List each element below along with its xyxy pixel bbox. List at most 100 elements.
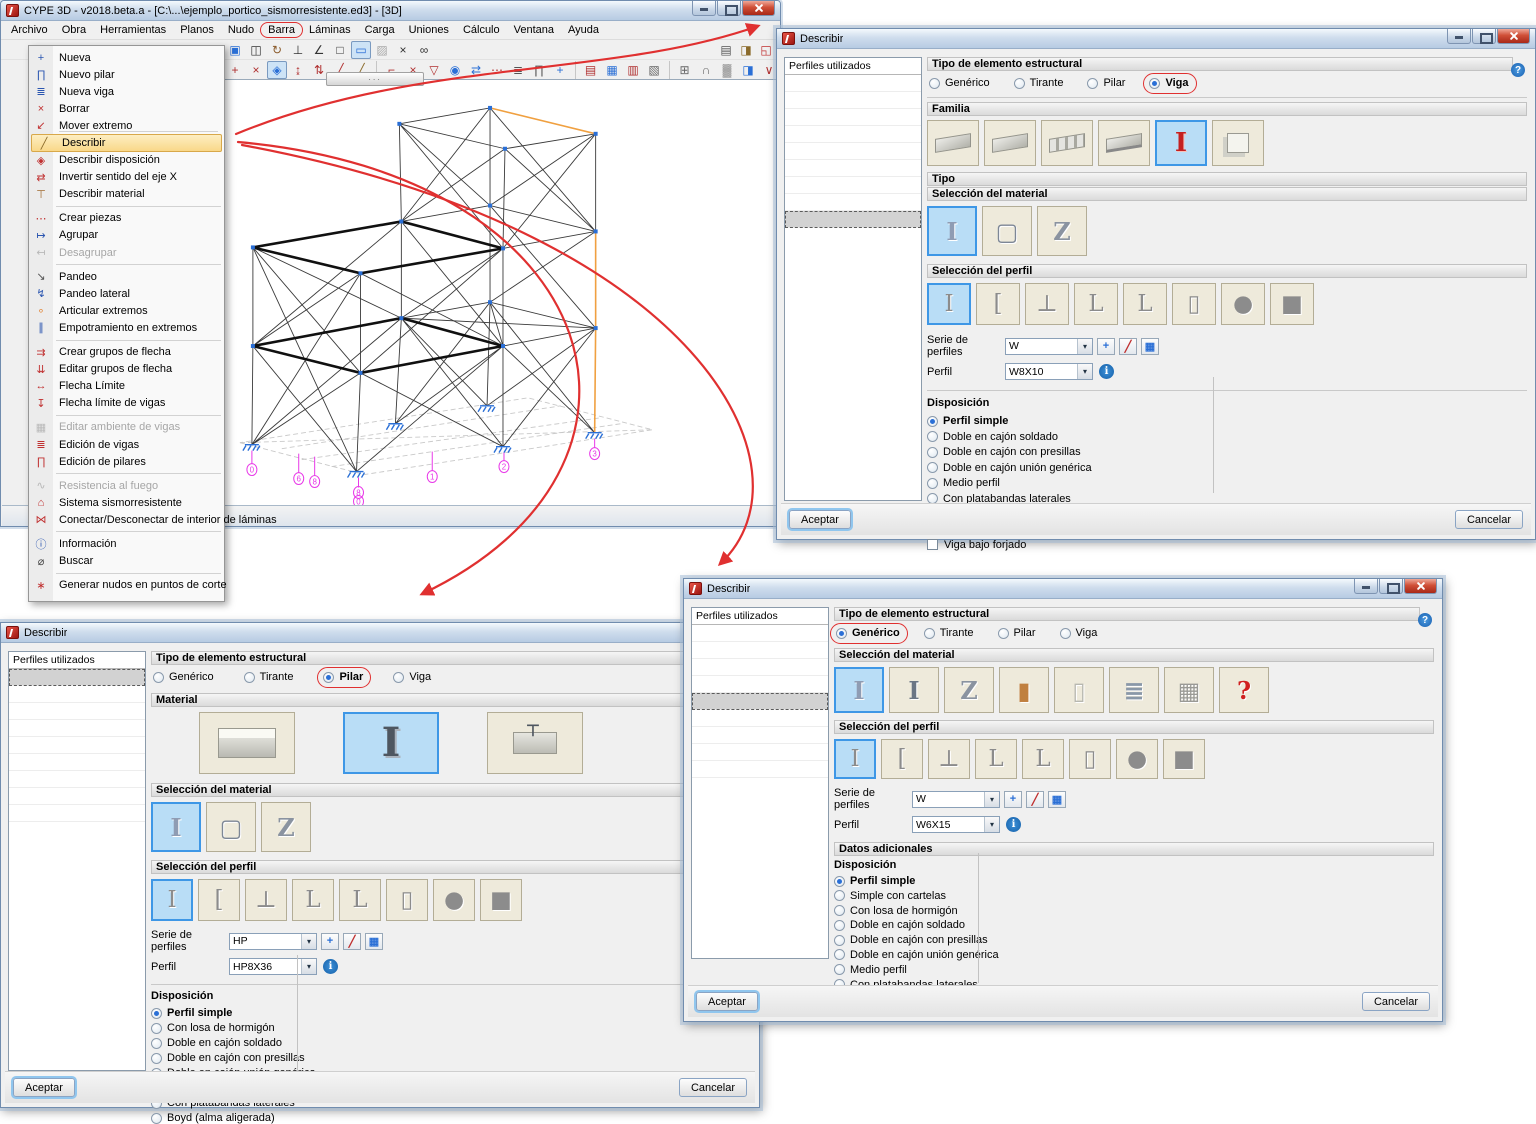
radio-option[interactable]: Pilar	[323, 670, 363, 684]
profile-list-item[interactable]	[785, 143, 921, 160]
serie-tool-button[interactable]: ╱	[343, 933, 361, 950]
profile-shape-button[interactable]: ●	[1116, 739, 1158, 779]
maximize-button[interactable]	[717, 1, 741, 16]
profile-list-item[interactable]	[9, 720, 145, 737]
toolbar-icon[interactable]: ▤	[716, 41, 736, 59]
radio-option[interactable]: Genérico	[836, 626, 900, 640]
profile-list-item[interactable]	[785, 194, 921, 211]
radio-option[interactable]: Pilar	[998, 626, 1036, 640]
menu-item[interactable]: ∏ Nuevo pilar	[29, 66, 224, 83]
material-button[interactable]: ≣	[1109, 667, 1159, 713]
familia-button[interactable]	[1155, 120, 1207, 166]
radio-option[interactable]: Tirante	[1014, 76, 1064, 90]
radio-option[interactable]: Medio perfil	[927, 477, 1000, 489]
profile-list-item[interactable]	[785, 92, 921, 109]
serie-tool-button[interactable]: +	[1097, 338, 1115, 355]
profile-shape-button[interactable]: ▯	[386, 879, 428, 921]
profile-list-item[interactable]	[9, 686, 145, 703]
profile-list-item[interactable]	[692, 625, 828, 642]
profile-list-item[interactable]	[692, 693, 828, 710]
menu-item[interactable]: ≣ Edición de vigas	[29, 436, 224, 453]
material-button[interactable]: ▮	[999, 667, 1049, 713]
profile-shape-button[interactable]: I	[834, 739, 876, 779]
profile-shape-button[interactable]: I	[927, 283, 971, 325]
toolbar-icon[interactable]: ∞	[414, 41, 434, 59]
menu-item[interactable]: ↘ Pandeo	[29, 268, 224, 285]
toolbar-icon[interactable]: ∩	[696, 61, 716, 79]
material-button[interactable]: I	[834, 667, 884, 713]
familia-button[interactable]	[1098, 120, 1150, 166]
profile-list-item[interactable]	[692, 676, 828, 693]
menu-item[interactable]: ∿ Resistencia al fuego	[29, 477, 224, 494]
profile-shape-button[interactable]: ■	[1163, 739, 1205, 779]
menubar-item[interactable]: Uniones	[402, 22, 456, 38]
material-button[interactable]: I	[927, 206, 977, 256]
profile-list-item[interactable]	[9, 771, 145, 788]
toolbar-icon[interactable]: ⊞	[669, 61, 695, 79]
toolbar-icon[interactable]: +	[550, 61, 570, 79]
toolbar-icon[interactable]: ▧	[644, 61, 664, 79]
radio-option[interactable]: Perfil simple	[834, 875, 915, 887]
toolbar-icon[interactable]: ◨	[738, 61, 758, 79]
info-icon[interactable]: i	[1006, 817, 1021, 832]
radio-option[interactable]: Genérico	[929, 76, 990, 90]
radio-option[interactable]: Doble en cajón con presillas	[834, 934, 988, 946]
minimize-button[interactable]	[1447, 29, 1471, 44]
menu-item[interactable]: ⌂ Sistema sismorresistente	[29, 494, 224, 511]
profile-shape-button[interactable]: ●	[433, 879, 475, 921]
profile-list-item[interactable]	[785, 75, 921, 92]
serie-tool-button[interactable]: ▦	[1048, 791, 1066, 808]
material-button[interactable]: I	[889, 667, 939, 713]
menu-item[interactable]: × Borrar	[29, 100, 224, 117]
menu-item[interactable]: ╱ Describir	[31, 134, 222, 151]
material-button[interactable]: ▯	[1054, 667, 1104, 713]
radio-option[interactable]: Doble en cajón soldado	[834, 919, 965, 931]
radio-option[interactable]: Perfil simple	[927, 415, 1008, 427]
profile-shape-button[interactable]: ●	[1221, 283, 1265, 325]
material-button[interactable]: ?	[1219, 667, 1269, 713]
toolbar-icon[interactable]: ⇄	[466, 61, 486, 79]
toolbar-icon[interactable]: ▓	[717, 61, 737, 79]
maximize-button[interactable]	[1472, 29, 1496, 44]
menubar-item[interactable]: Cálculo	[456, 22, 507, 38]
toolbar-icon[interactable]: ▽	[424, 61, 444, 79]
minimize-button[interactable]	[1354, 579, 1378, 594]
menu-item[interactable]: ∗ Generar nudos en puntos de corte	[29, 577, 224, 594]
radio-option[interactable]: Doble en cajón con presillas	[151, 1052, 305, 1064]
toolbar-icon[interactable]: ▭	[351, 41, 371, 59]
radio-option[interactable]: Con losa de hormigón	[151, 1022, 275, 1034]
profile-list-item[interactable]	[692, 659, 828, 676]
profile-list-item[interactable]	[785, 177, 921, 194]
profile-list-item[interactable]	[9, 703, 145, 720]
radio-option[interactable]: Doble en cajón soldado	[151, 1037, 282, 1049]
menubar-item[interactable]: Ventana	[507, 22, 561, 38]
profile-list-item[interactable]	[692, 642, 828, 659]
maximize-button[interactable]	[1379, 579, 1403, 594]
menu-item[interactable]: ↧ Flecha límite de vigas	[29, 395, 224, 412]
menubar-item[interactable]: Planos	[173, 22, 221, 38]
radio-option[interactable]: Genérico	[153, 670, 214, 684]
radio-option[interactable]: Viga	[1149, 76, 1188, 90]
menu-item[interactable]: ◈ Describir disposición	[29, 152, 224, 169]
radio-option[interactable]: Doble en cajón soldado	[927, 431, 1058, 443]
serie-tool-button[interactable]: +	[321, 933, 339, 950]
model-canvas[interactable]: 0 6 8 8 0 1 2 3	[223, 79, 779, 506]
menubar-item[interactable]: Archivo	[4, 22, 55, 38]
radio-option[interactable]: Doble en cajón con presillas	[927, 446, 1081, 458]
serie-select[interactable]: W	[1005, 338, 1093, 355]
radio-option[interactable]: Viga	[1060, 626, 1098, 640]
dropdown-arrow-icon[interactable]	[301, 934, 316, 949]
toolbar-icon[interactable]: ≣	[508, 61, 528, 79]
familia-button[interactable]	[927, 120, 979, 166]
toolbar-icon[interactable]: ◨	[736, 41, 756, 59]
aceptar-button[interactable]: Aceptar	[13, 1078, 75, 1097]
serie-tool-button[interactable]: ▦	[1141, 338, 1159, 355]
profile-list-item[interactable]	[785, 109, 921, 126]
toolbar-icon[interactable]: ◫	[246, 41, 266, 59]
perfil-select[interactable]: W8X10	[1005, 363, 1093, 380]
radio-option[interactable]: Doble en cajón unión genérica	[927, 462, 1092, 474]
menu-item[interactable]: ∏ Edición de pilares	[29, 453, 224, 470]
profile-list-item[interactable]	[692, 710, 828, 727]
toolbar-icon[interactable]: ⊥	[288, 41, 308, 59]
menubar-item[interactable]: Obra	[55, 22, 93, 38]
